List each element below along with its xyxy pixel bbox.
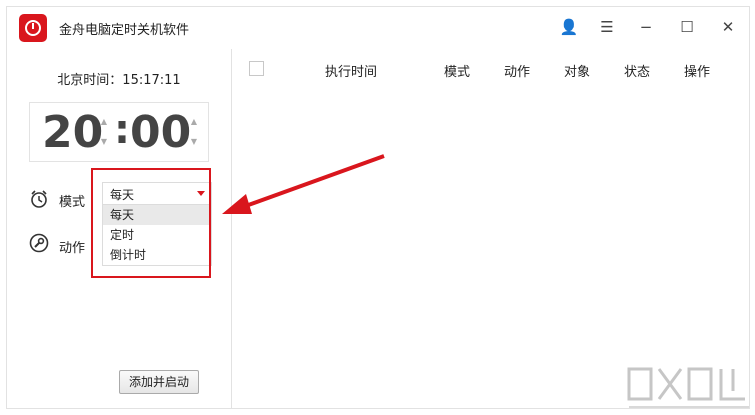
annotation-arrow-icon — [222, 154, 385, 214]
watermark-logo-icon — [627, 367, 749, 408]
